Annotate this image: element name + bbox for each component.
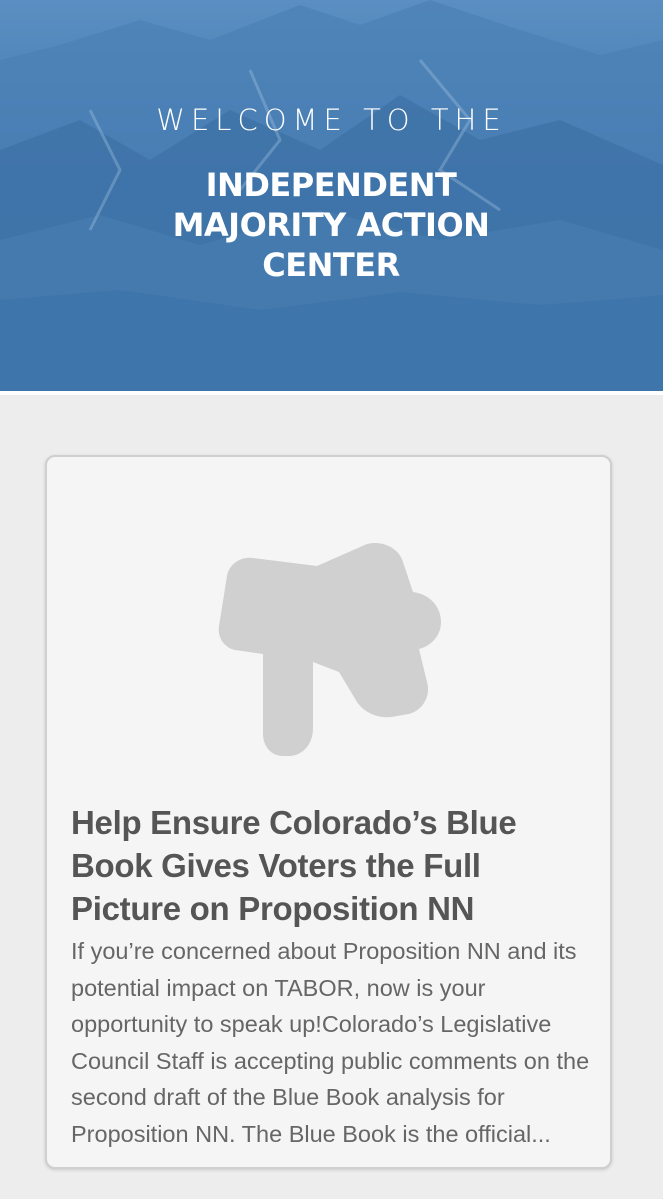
article-title-link[interactable]: Help Ensure Colorado’s Blue Book Gives V… xyxy=(71,801,571,930)
hero-banner: WELCOME TO THE INDEPENDENT MAJORITY ACTI… xyxy=(0,0,663,391)
hero-divider xyxy=(0,391,663,395)
megaphone-icon xyxy=(218,542,441,756)
page-title: INDEPENDENT MAJORITY ACTION CENTER xyxy=(172,166,490,284)
welcome-subtitle: WELCOME TO THE xyxy=(156,103,507,137)
article-card[interactable]: Help Ensure Colorado’s Blue Book Gives V… xyxy=(45,455,612,1169)
article-excerpt: If you’re concerned about Proposition NN… xyxy=(71,938,590,1147)
